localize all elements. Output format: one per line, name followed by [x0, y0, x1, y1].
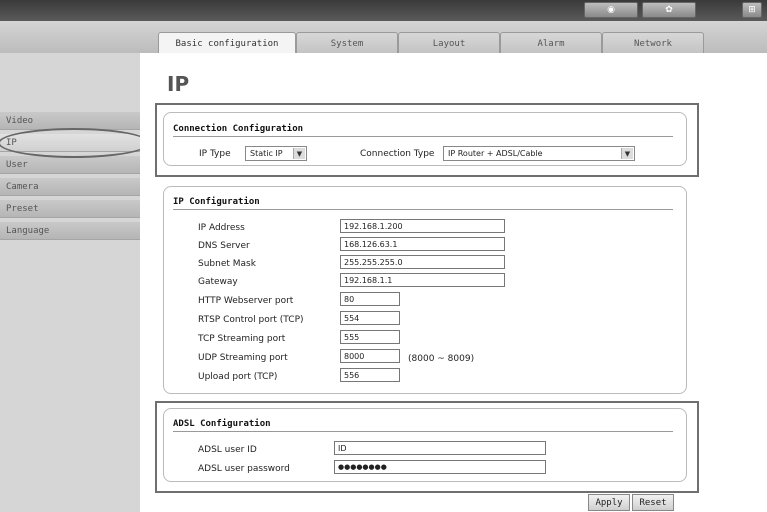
adsl-password-field[interactable]: ●●●●●●●●: [334, 460, 546, 474]
udp-streaming-port-label: UDP Streaming port: [198, 353, 288, 363]
connection-title: Connection Configuration: [173, 124, 304, 134]
adsl-user-id-field[interactable]: ID: [334, 441, 546, 455]
chevron-down-icon: ▼: [621, 148, 633, 159]
sidebar-item-camera[interactable]: Camera: [0, 178, 140, 196]
adsl-title: ADSL Configuration: [173, 419, 271, 429]
page-title: IP: [167, 72, 190, 96]
gateway-field[interactable]: 192.168.1.1: [340, 273, 505, 287]
rtsp-port-field[interactable]: 554: [340, 311, 400, 325]
http-port-field[interactable]: 80: [340, 292, 400, 306]
adsl-password-label: ADSL user password: [198, 464, 290, 474]
udp-streaming-port-field[interactable]: 8000: [340, 349, 400, 363]
upload-port-label: Upload port (TCP): [198, 372, 278, 382]
connection-type-value: IP Router + ADSL/Cable: [448, 149, 543, 158]
divider: [173, 209, 673, 210]
sidebar-item-user[interactable]: User: [0, 156, 140, 174]
sidebar-item-language[interactable]: Language: [0, 222, 140, 240]
tab-system[interactable]: System: [296, 32, 398, 55]
http-port-label: HTTP Webserver port: [198, 296, 294, 306]
upload-port-field[interactable]: 556: [340, 368, 400, 382]
dns-server-label: DNS Server: [198, 241, 250, 251]
reset-button[interactable]: Reset: [632, 494, 674, 511]
apply-button[interactable]: Apply: [588, 494, 630, 511]
ip-address-label: IP Address: [198, 223, 245, 233]
camera-icon[interactable]: ◉: [584, 2, 638, 18]
tcp-streaming-port-label: TCP Streaming port: [198, 334, 286, 344]
dns-server-field[interactable]: 168.126.63.1: [340, 237, 505, 251]
chevron-down-icon: ▼: [293, 148, 305, 159]
tab-network[interactable]: Network: [602, 32, 704, 55]
ip-address-field[interactable]: 192.168.1.200: [340, 219, 505, 233]
highlight-oval: [0, 128, 150, 158]
rtsp-port-label: RTSP Control port (TCP): [198, 315, 304, 325]
gateway-label: Gateway: [198, 277, 238, 287]
tab-layout[interactable]: Layout: [398, 32, 500, 55]
ip-type-label: IP Type: [199, 149, 231, 159]
info-icon[interactable]: ⊞: [742, 2, 762, 18]
ip-configuration-title: IP Configuration: [173, 197, 260, 207]
subnet-mask-label: Subnet Mask: [198, 259, 256, 269]
tab-basic-configuration[interactable]: Basic configuration: [158, 32, 296, 55]
subnet-mask-field[interactable]: 255.255.255.0: [340, 255, 505, 269]
divider: [173, 431, 673, 432]
divider: [173, 136, 673, 137]
adsl-user-id-label: ADSL user ID: [198, 445, 257, 455]
sidebar-item-preset[interactable]: Preset: [0, 200, 140, 218]
tcp-streaming-port-field[interactable]: 555: [340, 330, 400, 344]
connection-type-select[interactable]: IP Router + ADSL/Cable ▼: [443, 146, 635, 161]
connection-type-label: Connection Type: [360, 149, 435, 159]
ip-type-select[interactable]: Static IP ▼: [245, 146, 307, 161]
tab-alarm[interactable]: Alarm: [500, 32, 602, 55]
ip-type-value: Static IP: [250, 149, 283, 158]
gear-icon[interactable]: ✿: [642, 2, 696, 18]
udp-port-range: (8000 ~ 8009): [408, 354, 475, 364]
